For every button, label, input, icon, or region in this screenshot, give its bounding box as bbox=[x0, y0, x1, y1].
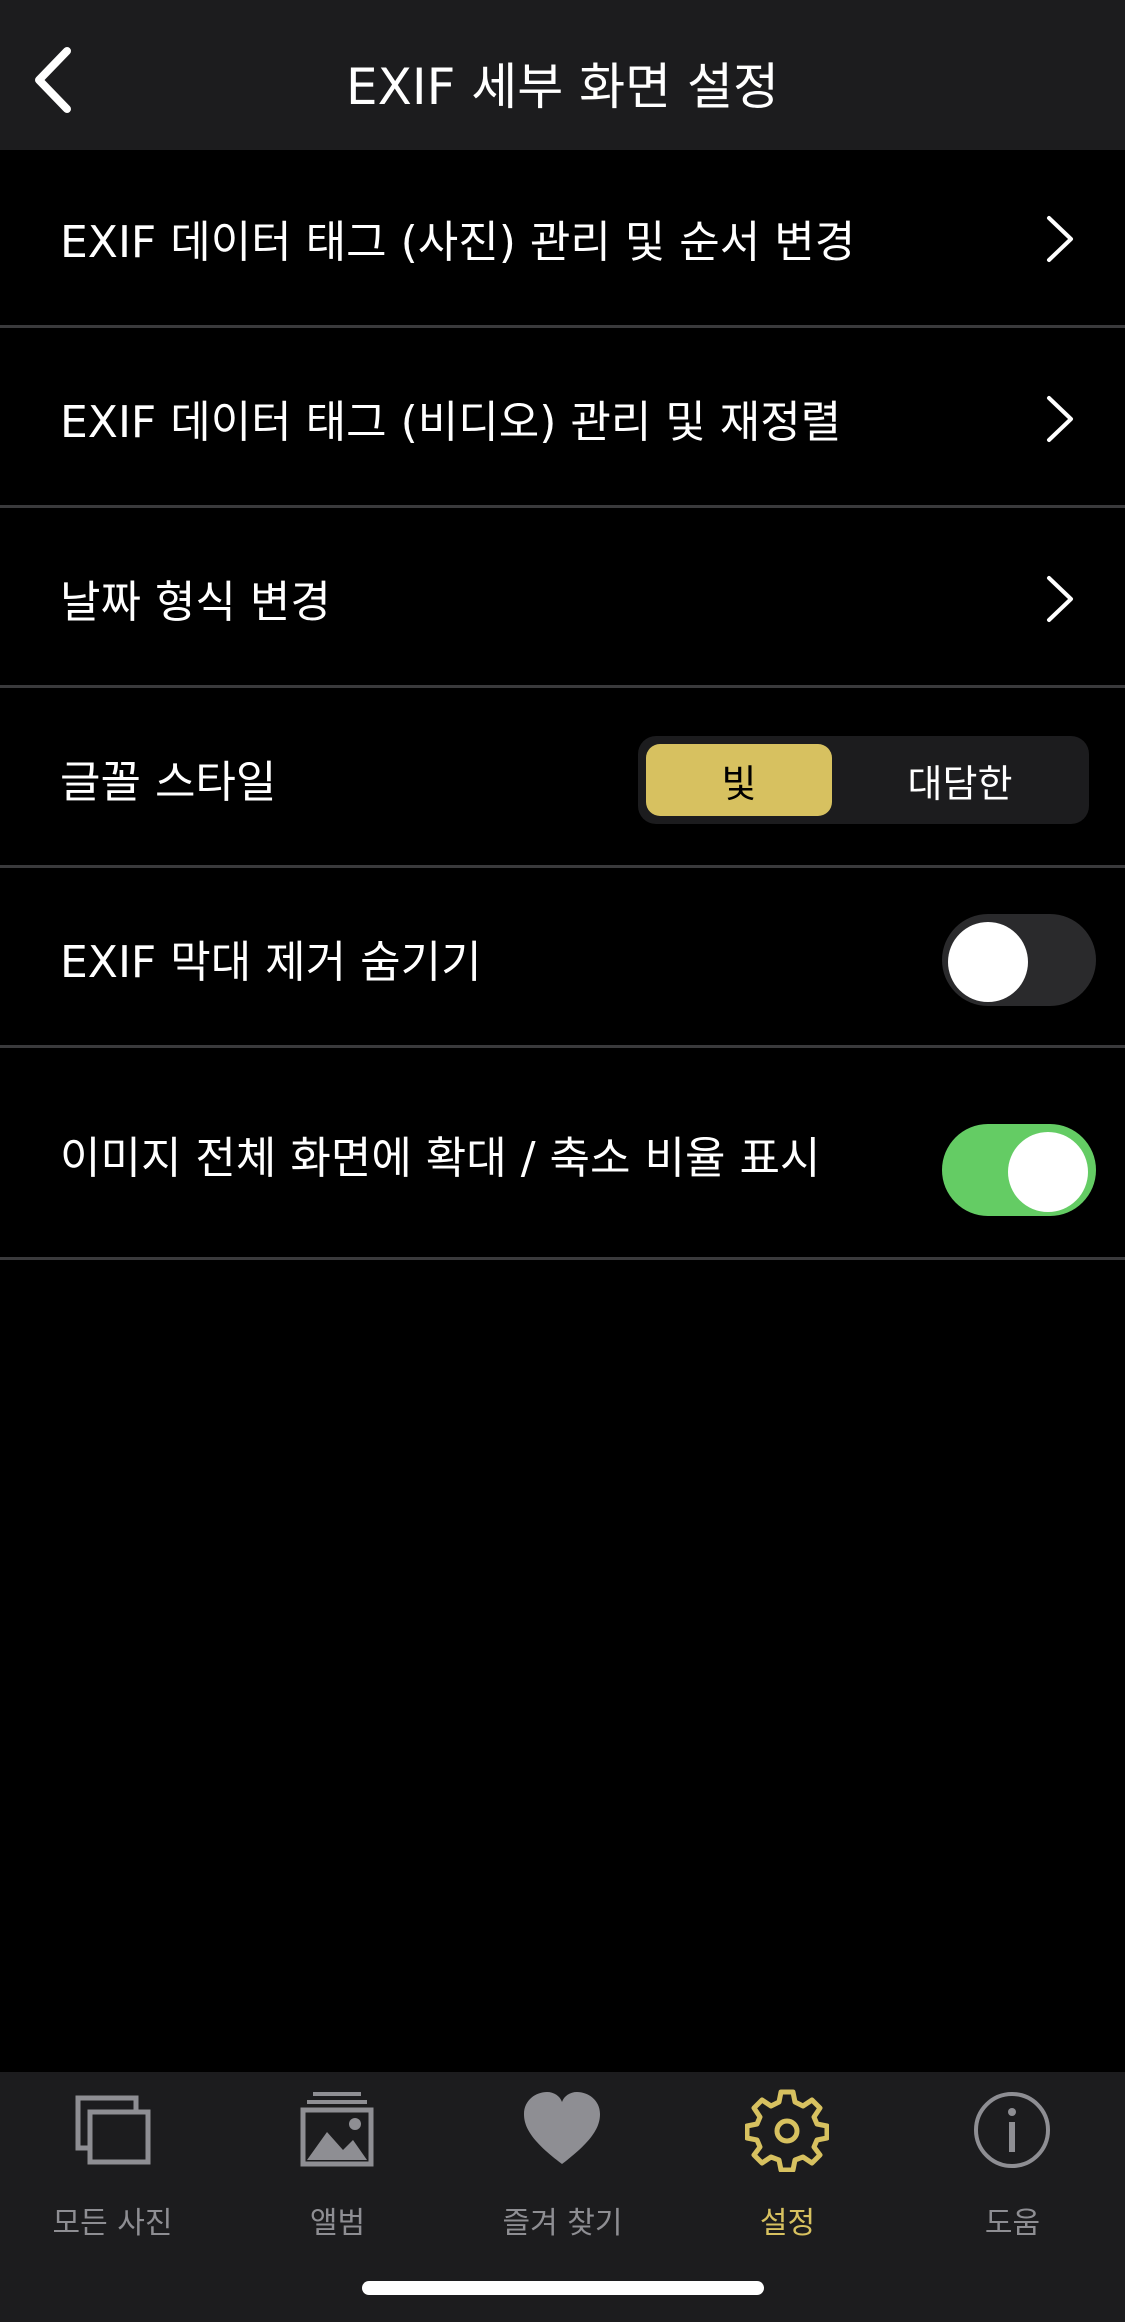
tab-label: 앨범 bbox=[309, 2206, 366, 2241]
gear-icon bbox=[745, 2089, 829, 2172]
album-icon bbox=[300, 2092, 374, 2167]
tab-help[interactable]: 도움 bbox=[900, 2088, 1125, 2258]
chevron-right-icon bbox=[1047, 216, 1073, 262]
tab-label: 모든 사진 bbox=[52, 2206, 173, 2241]
row-label: 글꼴 스타일 bbox=[60, 756, 277, 808]
nav-bar bbox=[0, 0, 1125, 150]
row-label: EXIF 막대 제거 숨기기 bbox=[60, 936, 482, 988]
tab-label: 설정 bbox=[759, 2206, 816, 2241]
home-indicator bbox=[362, 2281, 764, 2295]
photos-stack-icon bbox=[75, 2095, 151, 2165]
row-exif-video-tags[interactable]: EXIF 데이터 태그 (비디오) 관리 및 재정렬 bbox=[0, 330, 1125, 508]
tab-all-photos[interactable]: 모든 사진 bbox=[0, 2088, 225, 2258]
tab-label: 도움 bbox=[984, 2206, 1041, 2241]
info-icon bbox=[974, 2092, 1050, 2168]
row-date-format[interactable]: 날짜 형식 변경 bbox=[0, 510, 1125, 688]
chevron-right-icon bbox=[1047, 576, 1073, 622]
row-label: 이미지 전체 화면에 확대 / 축소 비율 표시 bbox=[60, 1132, 821, 1184]
chevron-right-icon bbox=[1047, 396, 1073, 442]
tab-settings[interactable]: 설정 bbox=[675, 2088, 900, 2258]
row-label: EXIF 데이터 태그 (사진) 관리 및 순서 변경 bbox=[60, 216, 856, 268]
tab-album[interactable]: 앨범 bbox=[225, 2088, 450, 2258]
row-label: 날짜 형식 변경 bbox=[60, 576, 331, 628]
zoom-ratio-toggle[interactable] bbox=[942, 1124, 1096, 1216]
toggle-knob bbox=[1008, 1132, 1088, 1212]
exif-settings-screen: EXIF 세부 화면 설정 EXIF 데이터 태그 (사진) 관리 및 순서 변… bbox=[0, 0, 1125, 2322]
toggle-knob bbox=[948, 922, 1028, 1002]
hide-exif-bar-toggle[interactable] bbox=[942, 914, 1096, 1006]
back-button[interactable] bbox=[14, 40, 94, 120]
tab-label: 즐겨 찾기 bbox=[502, 2206, 623, 2241]
chevron-left-icon bbox=[35, 47, 71, 113]
row-label: EXIF 데이터 태그 (비디오) 관리 및 재정렬 bbox=[60, 396, 842, 448]
font-style-option-bold[interactable]: 대담한 bbox=[838, 744, 1082, 816]
font-style-segmented-control: 빛 대담한 bbox=[638, 736, 1089, 824]
font-style-option-light[interactable]: 빛 bbox=[646, 744, 832, 816]
row-exif-photo-tags[interactable]: EXIF 데이터 태그 (사진) 관리 및 순서 변경 bbox=[0, 150, 1125, 328]
heart-icon bbox=[524, 2092, 600, 2164]
tab-favorites[interactable]: 즐겨 찾기 bbox=[450, 2088, 675, 2258]
